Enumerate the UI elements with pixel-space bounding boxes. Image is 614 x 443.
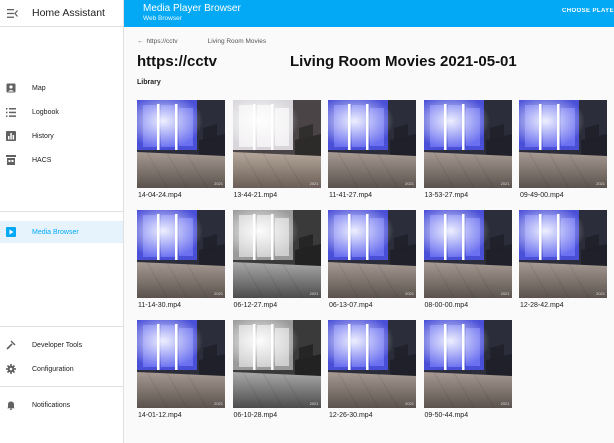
media-item-title: 06-10-28.mp4 [233,412,278,419]
sidebar-item-history[interactable]: History [0,125,123,147]
media-item-title: 06-12-27.mp4 [233,302,278,309]
media-item-title: 12-28-42.mp4 [520,302,564,309]
video-thumbnail[interactable]: 2021 [137,320,225,408]
thumbnail-year-badge: 2021 [596,291,605,296]
media-item-title: 08-00-00.mp4 [424,302,469,309]
thumbnail-year-badge: 2021 [405,181,414,186]
menu-collapse-icon[interactable] [3,0,21,27]
gear-icon [5,363,17,375]
thumbnail-year-badge: 2021 [405,401,414,406]
sidebar-header: Home Assistant [0,0,123,27]
sidebar-item-label: HACS [32,156,52,164]
media-item-card[interactable]: 2021 14-01-12.mp4 [137,320,225,419]
page-subtitle: Web Browser [143,15,182,22]
video-thumbnail[interactable]: 2021 [137,210,225,298]
media-item-card[interactable]: 2021 12-28-42.mp4 [519,210,607,309]
media-item-card[interactable]: 2021 11-41-27.mp4 [328,100,416,199]
media-item-card[interactable]: 2021 09-50-44.mp4 [423,320,512,419]
video-thumbnail[interactable]: 2021 [328,320,416,408]
breadcrumb-back-link[interactable]: https://cctv [147,38,178,45]
video-thumbnail[interactable]: 2021 [328,210,416,298]
media-item-card[interactable]: 2021 11-14-30.mp4 [137,210,225,309]
sidebar-item-label: Notifications [32,401,71,409]
top-app-bar: Media Player Browser Web Browser CHOOSE … [124,0,614,27]
video-thumbnail[interactable]: 2021 [423,100,512,188]
sidebar-item-label: History [32,132,54,140]
media-item-card[interactable]: 2021 06-13-07.mp4 [328,210,416,309]
thumbnail-year-badge: 2021 [214,291,223,296]
thumbnail-year-badge: 2021 [500,181,510,186]
hacs-store-icon [5,154,17,166]
sidebar-item-label: Logbook [32,108,59,116]
video-thumbnail[interactable]: 2021 [423,210,512,298]
sidebar-item-label: Map [32,84,46,92]
media-item-title: 14-04-24.mp4 [138,192,182,199]
video-thumbnail[interactable]: 2021 [423,320,512,408]
thumbnail-year-badge: 2021 [596,181,605,186]
sidebar: Home Assistant Map Logbook History HACS … [0,0,124,443]
video-thumbnail[interactable]: 2021 [232,210,321,298]
media-item-title: 13-53-27.mp4 [424,192,469,199]
list-icon [5,106,17,118]
sidebar-divider [0,211,123,212]
choose-player-button[interactable]: CHOOSE PLAYER [562,8,614,14]
media-item-card[interactable]: 2021 13-44-21.mp4 [232,100,321,199]
sidebar-item-map[interactable]: Map [0,77,123,99]
hammer-icon [5,339,17,351]
thumbnail-year-badge: 2021 [500,291,510,296]
thumbnail-year-badge: 2021 [309,401,319,406]
media-browser-content: ← https://cctv Living Room Movies https:… [124,27,614,443]
media-item-title: 11-41-27.mp4 [329,192,373,199]
app-title: Home Assistant [32,7,105,19]
section-heading: Library [137,79,161,86]
media-item-card[interactable]: 2021 09-49-00.mp4 [519,100,607,199]
thumbnail-year-badge: 2021 [309,291,319,296]
thumbnail-year-badge: 2021 [500,401,510,406]
video-thumbnail[interactable]: 2021 [232,320,321,408]
media-item-title: 09-49-00.mp4 [520,192,564,199]
sidebar-divider [0,326,123,327]
thumbnail-year-badge: 2021 [214,181,223,186]
media-item-card[interactable]: 2021 06-10-28.mp4 [232,320,321,419]
thumbnail-year-badge: 2021 [309,181,319,186]
sidebar-divider [0,386,123,387]
media-folder-title: Living Room Movies 2021-05-01 [290,53,517,70]
page-title: Media Player Browser [143,3,241,14]
media-item-card[interactable]: 2021 08-00-00.mp4 [423,210,512,309]
media-item-title: 11-14-30.mp4 [138,302,182,309]
media-item-title: 12-26-30.mp4 [329,412,373,419]
thumbnail-year-badge: 2021 [405,291,414,296]
arrow-left-icon[interactable]: ← [137,38,144,45]
breadcrumb: ← https://cctv Living Room Movies [137,38,266,45]
video-thumbnail[interactable]: 2021 [232,100,321,188]
account-box-icon [5,82,17,94]
media-item-title: 13-44-21.mp4 [233,192,278,199]
media-item-card[interactable]: 2021 12-26-30.mp4 [328,320,416,419]
sidebar-item-logbook[interactable]: Logbook [0,101,123,123]
sidebar-item-configuration[interactable]: Configuration [0,358,123,380]
video-thumbnail[interactable]: 2021 [137,100,225,188]
media-item-title: 09-50-44.mp4 [424,412,469,419]
media-item-title: 06-13-07.mp4 [329,302,373,309]
media-item-card[interactable]: 2021 14-04-24.mp4 [137,100,225,199]
media-item-card[interactable]: 2021 13-53-27.mp4 [423,100,512,199]
thumbnail-year-badge: 2021 [214,401,223,406]
sidebar-item-developer-tools[interactable]: Developer Tools [0,334,123,356]
sidebar-item-label: Developer Tools [32,341,83,349]
video-thumbnail[interactable]: 2021 [328,100,416,188]
media-item-card[interactable]: 2021 06-12-27.mp4 [232,210,321,309]
video-thumbnail[interactable]: 2021 [519,100,607,188]
media-play-box-icon [5,226,17,238]
chart-bar-icon [5,130,17,142]
media-item-title: 14-01-12.mp4 [138,412,182,419]
bell-icon [5,399,17,411]
sidebar-item-notifications[interactable]: Notifications [0,394,123,416]
video-thumbnail[interactable]: 2021 [519,210,607,298]
sidebar-item-label: Configuration [32,365,74,373]
sidebar-item-media-browser[interactable]: Media Browser [0,221,123,243]
sidebar-item-hacs[interactable]: HACS [0,149,123,171]
sidebar-item-label: Media Browser [32,228,79,236]
media-source-title: https://cctv [137,53,218,70]
breadcrumb-current: Living Room Movies [207,38,267,45]
